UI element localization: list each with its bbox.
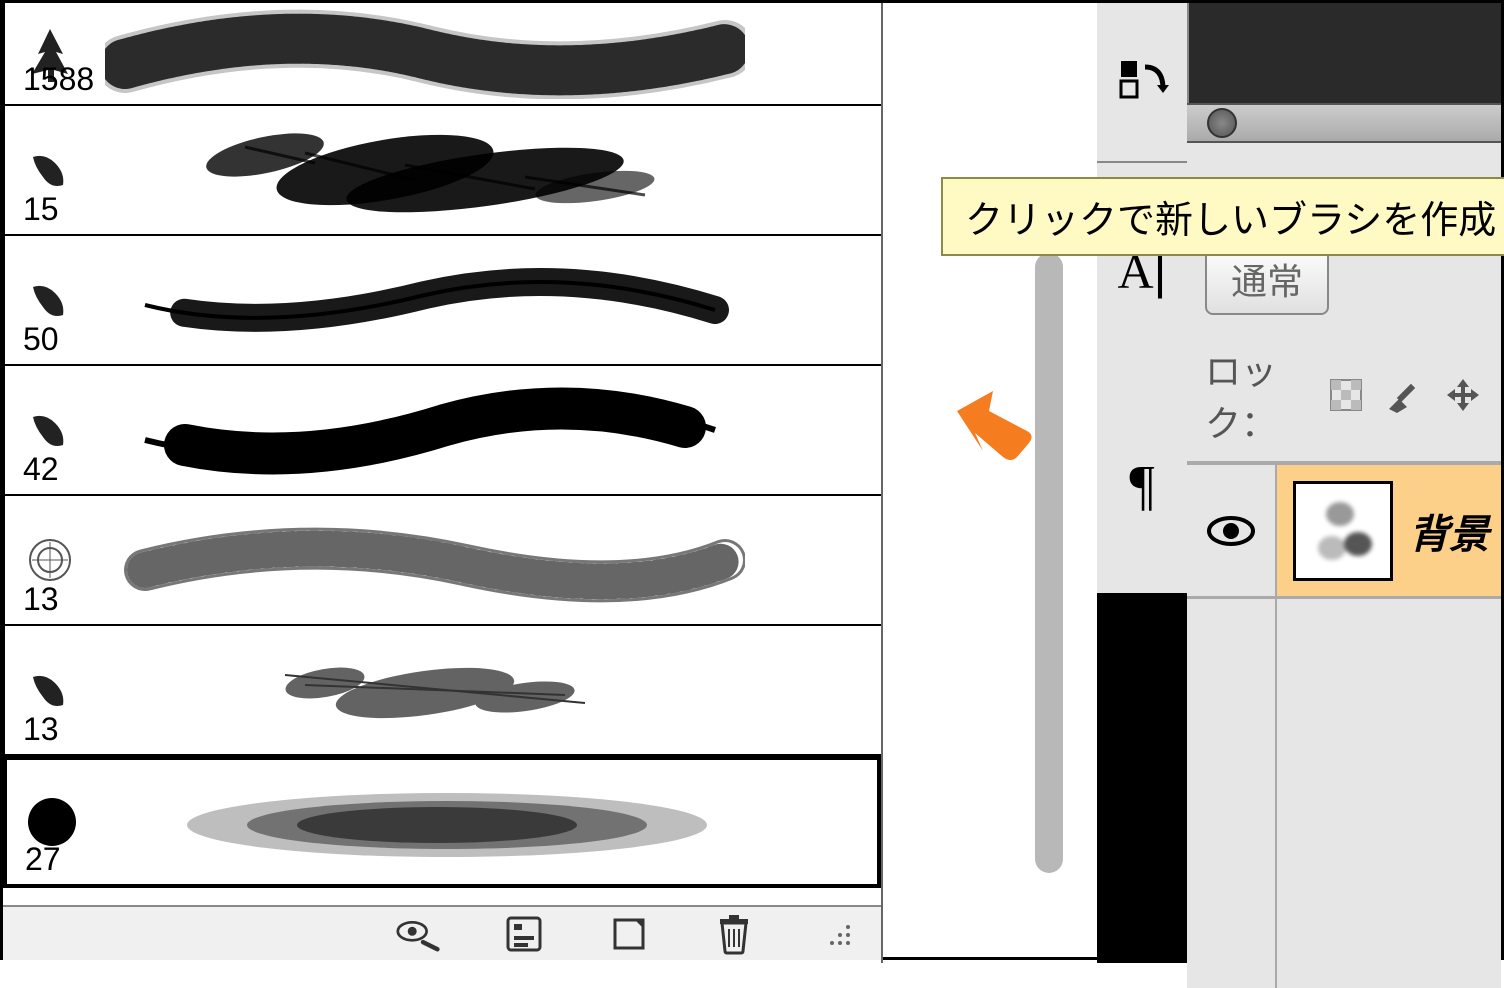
delete-brush-icon[interactable] bbox=[711, 911, 756, 956]
lock-row: ロック： bbox=[1187, 329, 1501, 463]
brush-row[interactable]: 1588 bbox=[3, 3, 881, 106]
brush-row[interactable]: 50 bbox=[3, 236, 881, 366]
brush-size-label: 15 bbox=[23, 191, 59, 228]
brush-stroke-preview bbox=[105, 385, 745, 475]
lock-label: ロック： bbox=[1205, 343, 1309, 447]
paragraph-tool-label: ¶ bbox=[1129, 454, 1154, 518]
brush-size-label: 13 bbox=[23, 581, 59, 618]
move-lock-icon[interactable] bbox=[1443, 375, 1483, 415]
brush-row-selected[interactable]: 27 bbox=[3, 756, 881, 888]
new-brush-icon[interactable] bbox=[606, 911, 651, 956]
paragraph-tool-icon[interactable]: ¶ bbox=[1112, 456, 1172, 516]
tooltip-text: クリックで新しいブラシを作成 bbox=[965, 200, 1496, 242]
brush-stroke-preview bbox=[105, 9, 745, 99]
resize-grip-icon[interactable] bbox=[816, 911, 861, 956]
brush-panel-toolbar bbox=[3, 905, 881, 960]
color-swap-area bbox=[1097, 3, 1187, 163]
brush-size-label: 13 bbox=[23, 711, 59, 748]
save-preset-icon[interactable] bbox=[501, 911, 546, 956]
tooltip-new-brush: クリックで新しいブラシを作成 bbox=[941, 177, 1504, 256]
brush-stroke-preview bbox=[105, 515, 745, 605]
brush-row[interactable]: 42 bbox=[3, 366, 881, 496]
blend-mode-label: 通常 bbox=[1231, 261, 1303, 302]
annotation-arrow-icon bbox=[945, 383, 1035, 473]
brush-row[interactable]: 15 bbox=[3, 106, 881, 236]
brush-stroke-preview bbox=[105, 125, 745, 215]
transparency-lock-icon[interactable] bbox=[1329, 375, 1363, 415]
brush-stroke-preview bbox=[107, 777, 747, 867]
brush-row[interactable]: 13 bbox=[3, 626, 881, 756]
brush-size-label: 42 bbox=[23, 451, 59, 488]
brush-list: 1588 15 bbox=[3, 3, 881, 905]
opacity-slider-knob[interactable] bbox=[1207, 108, 1237, 138]
tool-strip-dark-area bbox=[1097, 593, 1187, 963]
brush-stroke-preview bbox=[105, 255, 745, 345]
brush-presets-panel: 1588 15 bbox=[3, 3, 883, 963]
brush-list-scrollbar[interactable] bbox=[1035, 253, 1063, 873]
layer-row[interactable]: 背景 bbox=[1187, 463, 1501, 598]
brush-row[interactable]: 13 bbox=[3, 496, 881, 626]
layers-empty-area bbox=[1187, 598, 1501, 988]
layers-panel: 通常 ロック： 背景 bbox=[1187, 3, 1501, 963]
toggle-preview-icon[interactable] bbox=[396, 911, 441, 956]
layer-visibility-toggle[interactable] bbox=[1187, 465, 1277, 596]
layer-name-label: 背景 bbox=[1409, 502, 1489, 560]
opacity-slider-track[interactable] bbox=[1187, 103, 1501, 143]
brush-size-label: 27 bbox=[25, 841, 61, 878]
paint-lock-icon[interactable] bbox=[1383, 375, 1423, 415]
vertical-tool-strip: A| ¶ bbox=[1097, 3, 1187, 963]
brush-size-label: 50 bbox=[23, 321, 59, 358]
color-swap-icon[interactable] bbox=[1112, 52, 1172, 112]
layer-thumbnail bbox=[1293, 481, 1393, 581]
layers-panel-header bbox=[1187, 3, 1501, 103]
brush-size-label: 1588 bbox=[23, 61, 94, 98]
brush-stroke-preview bbox=[105, 645, 745, 735]
